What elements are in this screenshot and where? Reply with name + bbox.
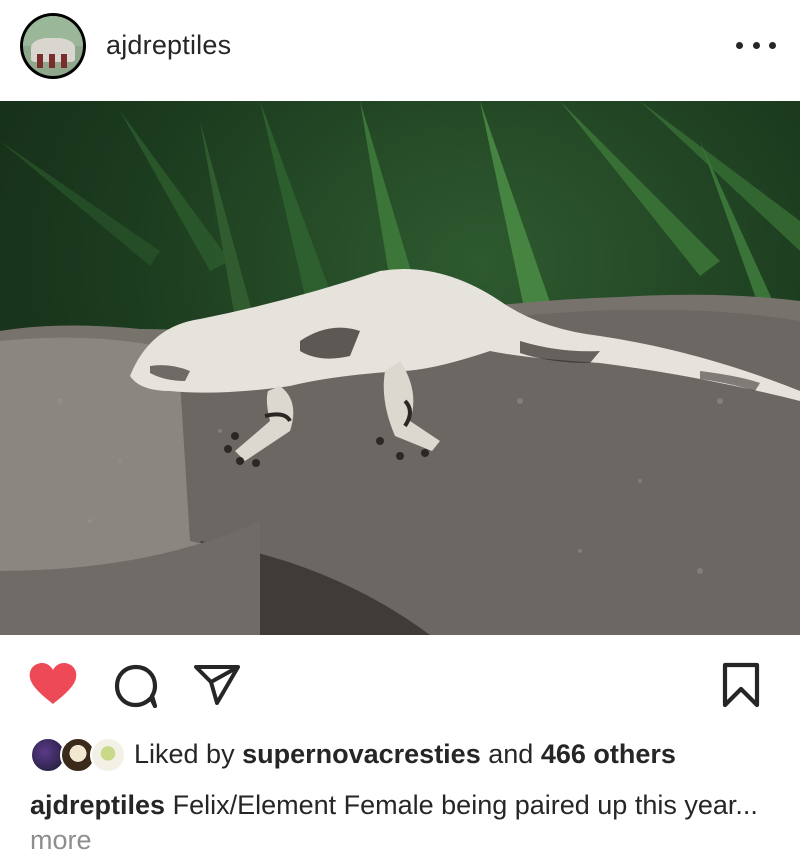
post-caption: ajdreptiles Felix/Element Female being p… (30, 788, 770, 858)
heart-icon[interactable] (28, 662, 78, 706)
bookmark-icon[interactable] (721, 662, 761, 708)
post-photo[interactable] (0, 101, 800, 635)
avatar-image (23, 16, 83, 76)
liker-avatar (90, 737, 126, 773)
caption-text: Felix/Element Female being paired up thi… (172, 790, 758, 820)
gecko-photo-illustration (0, 101, 800, 635)
likes-summary[interactable]: Liked by supernovacresties and 466 other… (30, 735, 790, 775)
liker-avatars[interactable] (30, 737, 126, 773)
profile-avatar[interactable] (20, 13, 86, 79)
caption-username[interactable]: ajdreptiles (30, 790, 165, 820)
liked-by-and: and (488, 739, 534, 769)
share-icon[interactable] (193, 664, 241, 706)
caption-more-link[interactable]: more (30, 825, 92, 855)
liked-by-user[interactable]: supernovacresties (242, 739, 481, 769)
post-header: ajdreptiles (0, 0, 800, 100)
likes-text: Liked by supernovacresties and 466 other… (134, 739, 676, 770)
more-options-icon[interactable] (736, 30, 776, 60)
comment-icon[interactable] (113, 664, 159, 708)
liked-by-others[interactable]: 466 others (541, 739, 676, 769)
liked-by-prefix: Liked by (134, 739, 235, 769)
post-username[interactable]: ajdreptiles (106, 30, 231, 61)
